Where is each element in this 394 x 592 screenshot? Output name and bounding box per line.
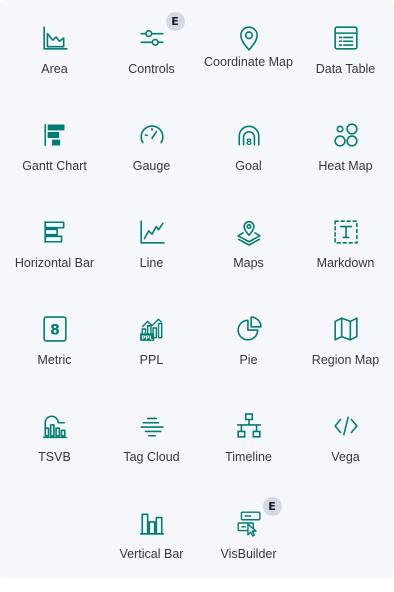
tile-region-map[interactable]: Region Map bbox=[297, 301, 394, 398]
tile-data-table[interactable]: Data Table bbox=[297, 10, 394, 107]
visbuilder-icon bbox=[235, 509, 263, 537]
horizontal-bar-icon bbox=[41, 218, 69, 246]
goal-icon: 8 bbox=[235, 121, 263, 149]
tile-label: Controls bbox=[128, 62, 175, 76]
experimental-badge: E bbox=[165, 12, 185, 31]
tile-label: VisBuilder bbox=[220, 547, 277, 561]
tile-label: Horizontal Bar bbox=[14, 256, 95, 270]
tile-visbuilder[interactable]: E VisBuilder bbox=[200, 495, 297, 592]
tile-label: Timeline bbox=[225, 450, 272, 464]
tile-label: Region Map bbox=[311, 353, 380, 367]
metric-icon: 8 bbox=[41, 315, 69, 343]
gantt-icon bbox=[41, 121, 69, 149]
gauge-icon bbox=[138, 121, 166, 149]
map-pin-icon bbox=[235, 24, 263, 52]
tile-horizontal-bar[interactable]: Horizontal Bar bbox=[6, 204, 103, 301]
tile-label: Data Table bbox=[315, 62, 376, 76]
svg-text:8: 8 bbox=[50, 322, 60, 338]
timeline-icon bbox=[235, 412, 263, 440]
tag-cloud-icon bbox=[138, 412, 166, 440]
tile-label: Heat Map bbox=[318, 159, 373, 173]
heatmap-icon bbox=[332, 121, 360, 149]
maps-icon bbox=[235, 218, 263, 246]
tile-label: Maps bbox=[233, 256, 264, 270]
tile-maps[interactable]: Maps bbox=[200, 204, 297, 301]
tile-metric[interactable]: 8 Metric bbox=[6, 301, 103, 398]
tile-gantt-chart[interactable]: Gantt Chart bbox=[6, 107, 103, 204]
tile-vertical-bar[interactable]: Vertical Bar bbox=[103, 495, 200, 592]
tile-timeline[interactable]: Timeline bbox=[200, 398, 297, 495]
tile-label: Gauge bbox=[132, 159, 171, 173]
tile-markdown[interactable]: Markdown bbox=[297, 204, 394, 301]
tile-label: Pie bbox=[239, 353, 258, 367]
tile-tag-cloud[interactable]: Tag Cloud bbox=[103, 398, 200, 495]
svg-text:8: 8 bbox=[245, 138, 251, 148]
tile-vega[interactable]: Vega bbox=[297, 398, 394, 495]
empty-cell bbox=[6, 495, 103, 592]
region-map-icon bbox=[332, 315, 360, 343]
table-icon bbox=[332, 24, 360, 52]
tile-area[interactable]: Area bbox=[6, 10, 103, 107]
tsvb-icon bbox=[41, 412, 69, 440]
tile-controls[interactable]: E Controls bbox=[103, 10, 200, 107]
tile-label: Metric bbox=[37, 353, 72, 367]
code-icon bbox=[332, 412, 360, 440]
pie-chart-icon bbox=[235, 315, 263, 343]
tile-label: Tag Cloud bbox=[123, 450, 180, 464]
tile-label: Line bbox=[139, 256, 164, 270]
tile-label: TSVB bbox=[38, 450, 71, 464]
controls-icon bbox=[138, 24, 166, 52]
tile-label: Gantt Chart bbox=[22, 159, 87, 173]
visualization-type-panel: Area E Controls Coordinate Map Data Tabl… bbox=[0, 0, 394, 578]
line-chart-icon bbox=[138, 218, 166, 246]
tile-ppl[interactable]: PPL PPL bbox=[103, 301, 200, 398]
tile-gauge[interactable]: Gauge bbox=[103, 107, 200, 204]
markdown-icon bbox=[332, 218, 360, 246]
tile-heat-map[interactable]: Heat Map bbox=[297, 107, 394, 204]
tile-tsvb[interactable]: TSVB bbox=[6, 398, 103, 495]
tile-coordinate-map[interactable]: Coordinate Map bbox=[200, 10, 297, 107]
tile-label: Markdown bbox=[316, 256, 375, 270]
tile-label: Coordinate Map bbox=[204, 55, 293, 69]
tile-label: PPL bbox=[139, 353, 164, 367]
tile-pie[interactable]: Pie bbox=[200, 301, 297, 398]
area-chart-icon bbox=[41, 24, 69, 52]
tile-label: Vega bbox=[331, 450, 360, 464]
tile-line[interactable]: Line bbox=[103, 204, 200, 301]
tile-label: Goal bbox=[235, 159, 262, 173]
experimental-badge: E bbox=[262, 497, 282, 516]
ppl-icon: PPL bbox=[138, 315, 166, 343]
tile-label: Area bbox=[41, 62, 68, 76]
svg-text:PPL: PPL bbox=[141, 335, 153, 341]
vertical-bar-icon bbox=[138, 509, 166, 537]
tile-goal[interactable]: 8 Goal bbox=[200, 107, 297, 204]
visualization-type-grid: Area E Controls Coordinate Map Data Tabl… bbox=[6, 10, 394, 592]
tile-label: Vertical Bar bbox=[119, 547, 184, 561]
